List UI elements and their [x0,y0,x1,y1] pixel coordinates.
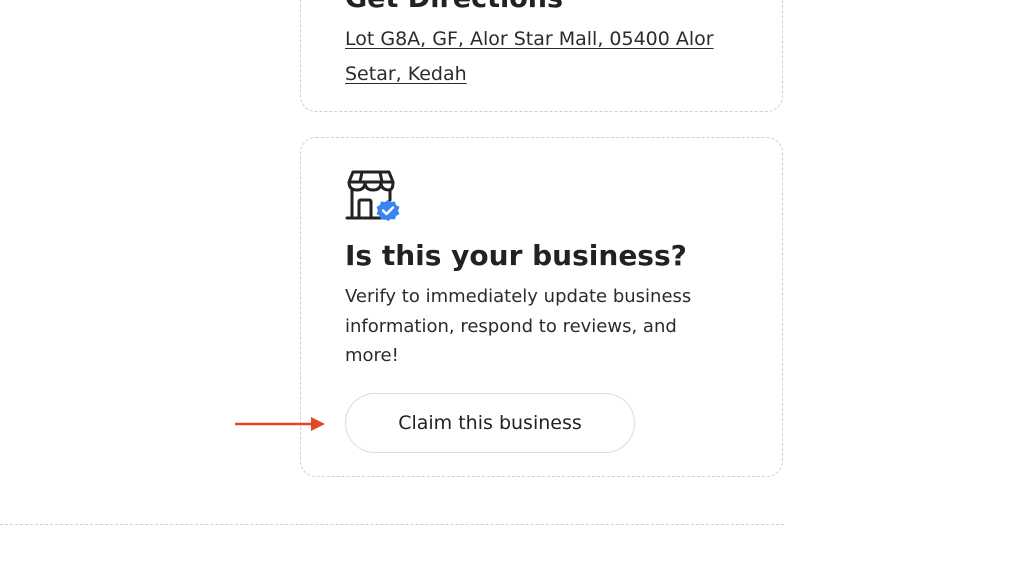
directions-card: Get Directions Lot G8A, GF, Alor Star Ma… [300,0,783,112]
claim-title: Is this your business? [345,239,687,272]
claim-business-card: Is this your business? Verify to immedia… [300,137,783,477]
page: Get Directions Lot G8A, GF, Alor Star Ma… [0,0,1024,566]
directions-title: Get Directions [345,0,563,15]
claim-description: Verify to immediately update business in… [345,286,692,366]
pointer-arrow-icon [235,417,325,431]
storefront-verified-icon [345,170,400,221]
address-link[interactable]: Lot G8A, GF, Alor Star Mall, 05400 Alor … [345,22,725,92]
claim-business-button[interactable]: Claim this business [345,393,635,453]
section-divider [0,524,784,525]
